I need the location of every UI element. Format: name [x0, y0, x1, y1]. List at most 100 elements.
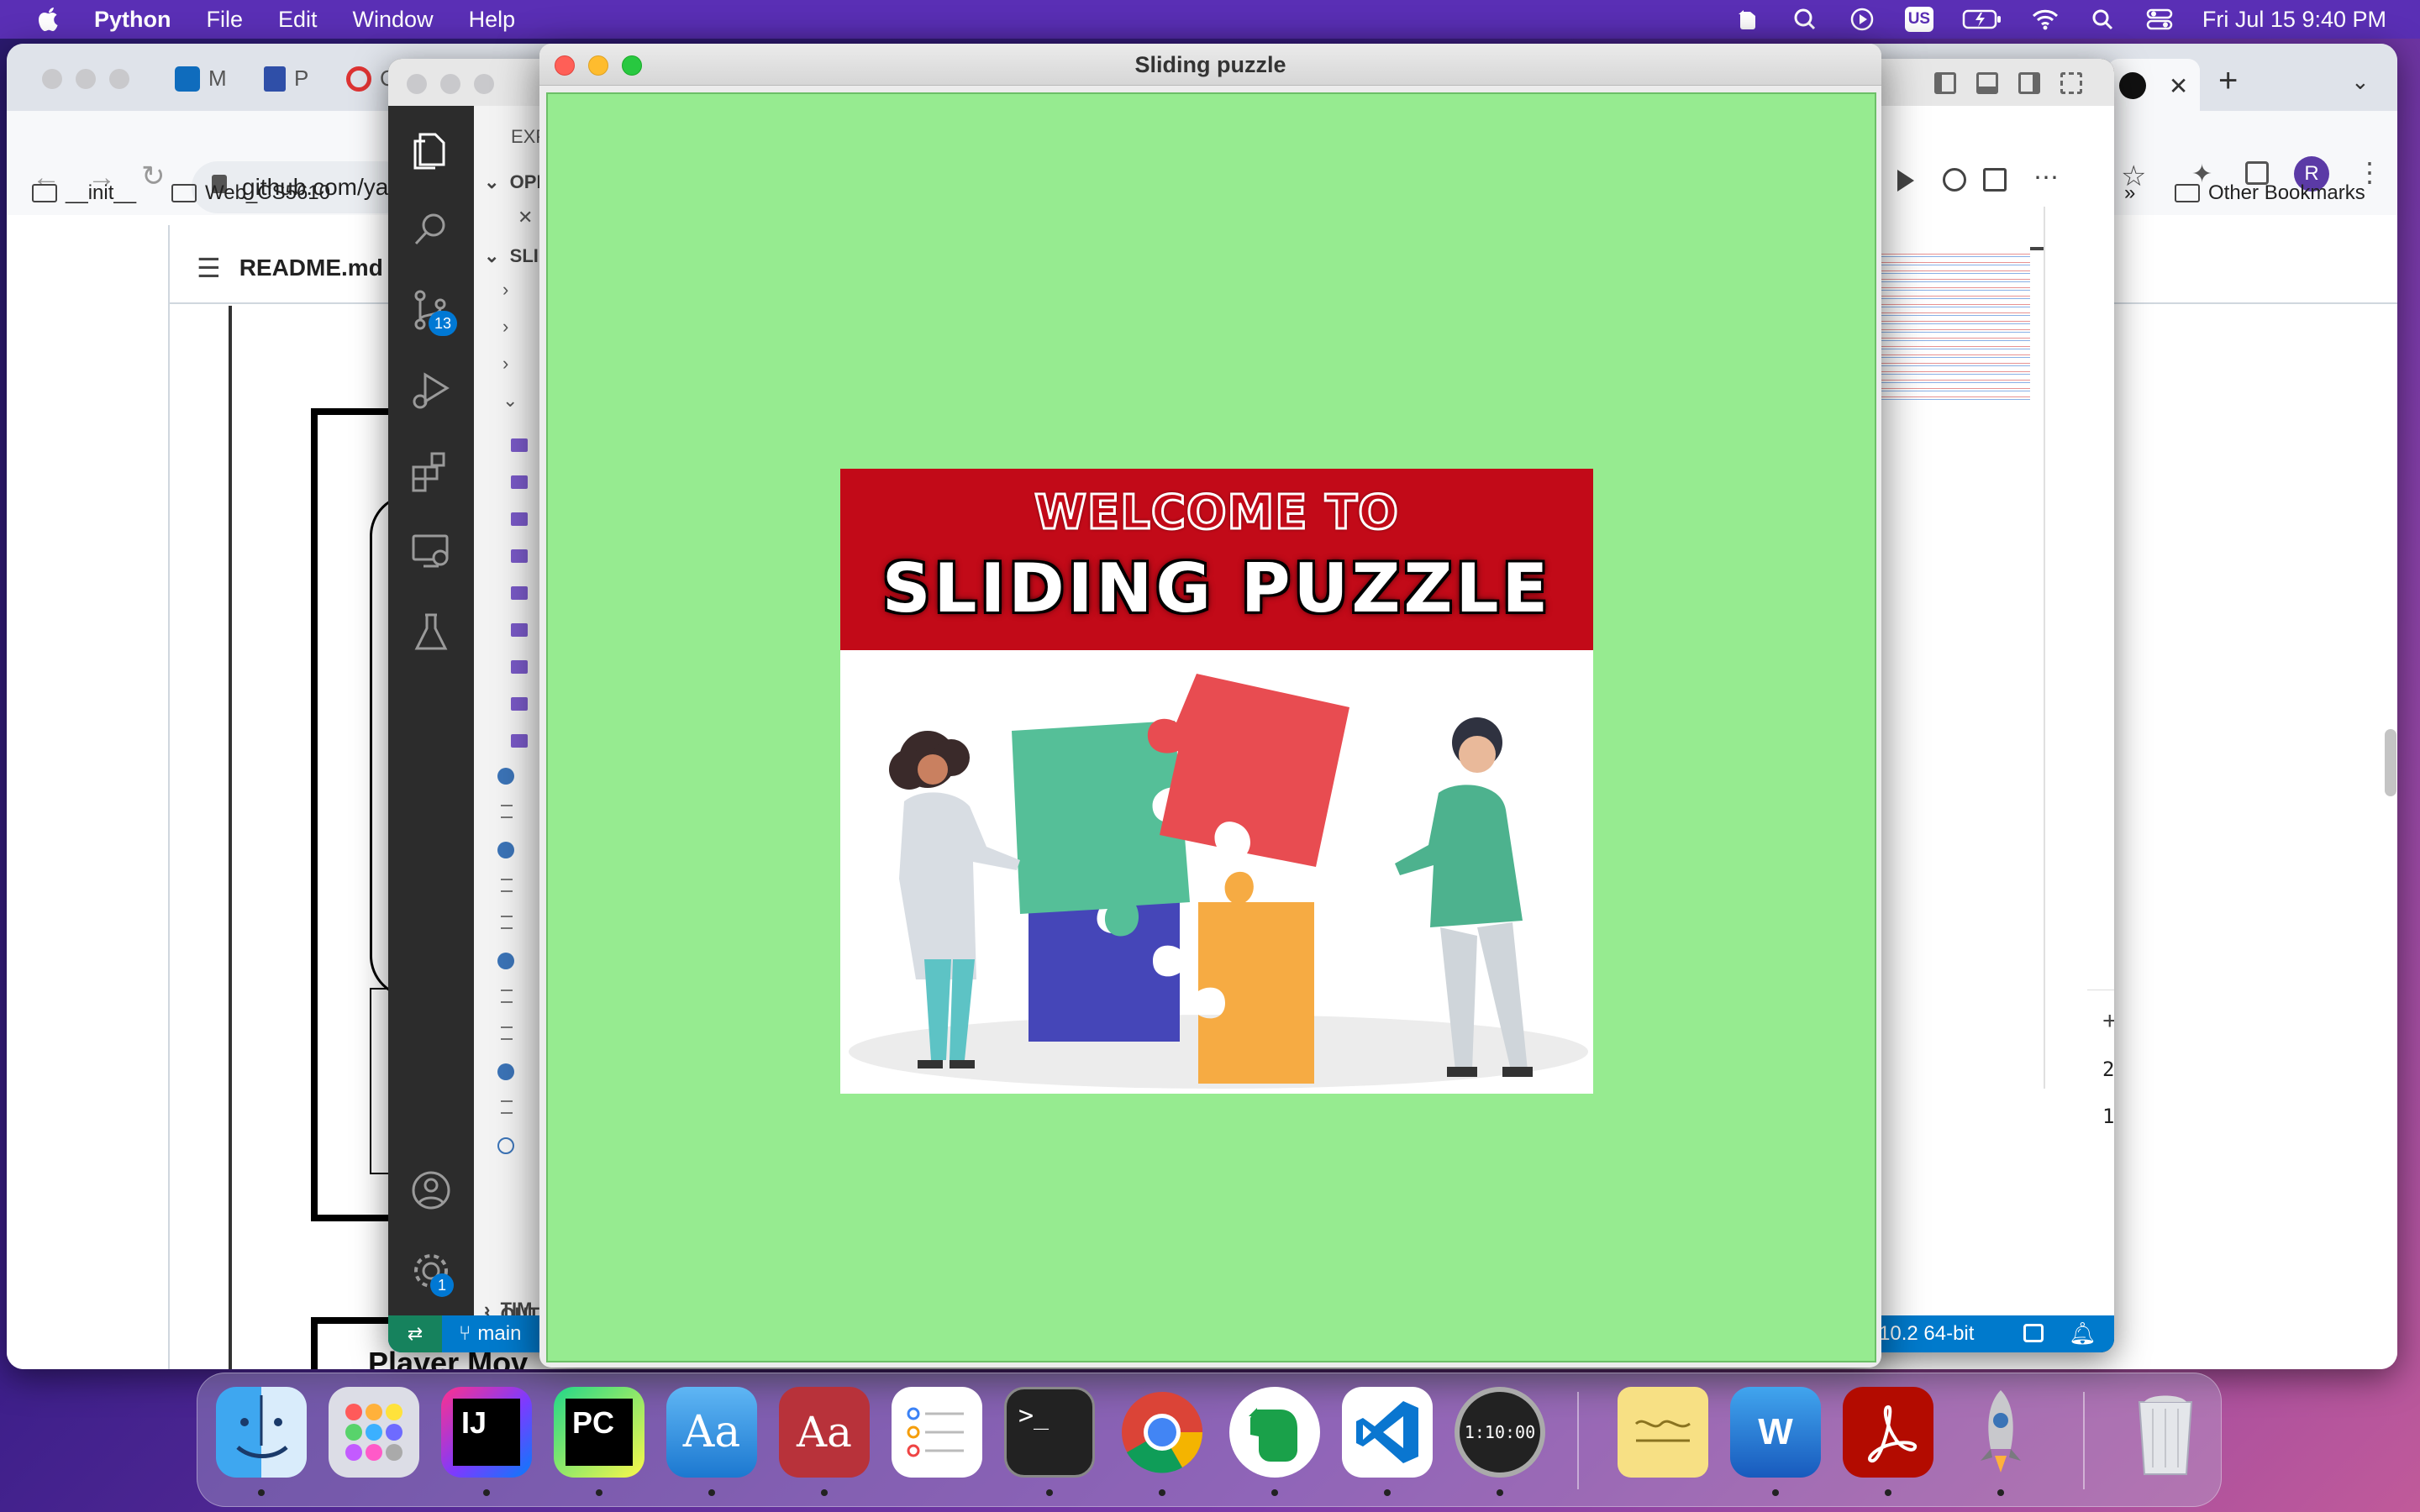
- apple-menu-icon[interactable]: [32, 3, 66, 36]
- dock-reminders[interactable]: [892, 1387, 982, 1478]
- text-file-icon[interactable]: [501, 916, 513, 929]
- dock-finder[interactable]: [216, 1387, 307, 1478]
- dock-terminal[interactable]: >_: [1004, 1387, 1095, 1478]
- text-file-icon[interactable]: [501, 1026, 513, 1040]
- image-file-icon[interactable]: [511, 438, 528, 452]
- play-icon[interactable]: [1848, 7, 1876, 32]
- menu-edit[interactable]: Edit: [278, 7, 318, 33]
- python-file-icon[interactable]: [497, 842, 514, 858]
- dock-dictionary-blue[interactable]: Aa: [666, 1387, 757, 1478]
- wifi-icon[interactable]: [2031, 7, 2060, 32]
- other-bookmarks[interactable]: Other Bookmarks: [2175, 181, 2365, 205]
- image-file-icon[interactable]: [511, 475, 528, 489]
- dock-trash[interactable]: [2120, 1387, 2211, 1478]
- image-file-icon[interactable]: [511, 512, 528, 526]
- chrome-tab-2[interactable]: P: [264, 66, 308, 92]
- more-actions-icon[interactable]: ⋯: [2033, 163, 2059, 192]
- notifications-bell-icon[interactable]: 🔔︎: [2069, 1320, 2096, 1347]
- vscode-close-button[interactable]: [407, 74, 427, 94]
- bookmarks-overflow[interactable]: »: [2124, 181, 2135, 205]
- dock-vscode[interactable]: [1342, 1387, 1433, 1478]
- dock-python[interactable]: [1955, 1387, 2046, 1478]
- text-file-icon[interactable]: [501, 879, 513, 892]
- dock-chrome[interactable]: [1117, 1387, 1207, 1478]
- project-root-section[interactable]: ⌄ SLI: [484, 245, 539, 267]
- toggle-secondary-sidebar-icon[interactable]: [2018, 72, 2040, 94]
- feedback-icon[interactable]: [2023, 1324, 2044, 1342]
- testing-icon[interactable]: [408, 610, 454, 655]
- page-scrollbar[interactable]: [2385, 729, 2396, 796]
- dock-intellij[interactable]: IJ: [441, 1387, 532, 1478]
- image-file-icon[interactable]: [511, 734, 528, 748]
- source-control-icon[interactable]: 13: [408, 287, 457, 336]
- extensions-icon[interactable]: [408, 449, 454, 494]
- explorer-icon[interactable]: [408, 128, 454, 173]
- python-file-icon[interactable]: [497, 1063, 514, 1080]
- bookmark-web-cs5610[interactable]: Web_CS5610: [171, 181, 330, 205]
- dock-evernote[interactable]: [1229, 1387, 1320, 1478]
- vscode-zoom-button[interactable]: [474, 74, 494, 94]
- python-window-titlebar[interactable]: Sliding puzzle: [539, 44, 1881, 86]
- list-icon[interactable]: ☰: [197, 252, 221, 284]
- menubar-clock[interactable]: Fri Jul 15 9:40 PM: [2202, 7, 2386, 33]
- reload-icon[interactable]: ↻: [141, 160, 166, 193]
- chrome-tab-1[interactable]: M: [175, 66, 227, 92]
- manage-gear-icon[interactable]: 1: [408, 1248, 454, 1297]
- menu-window[interactable]: Window: [353, 7, 434, 33]
- tree-chevron[interactable]: ⌄: [502, 390, 536, 427]
- chrome-close-button[interactable]: [42, 69, 62, 89]
- remote-explorer-icon[interactable]: [408, 529, 454, 575]
- battery-icon[interactable]: [1962, 7, 2002, 32]
- image-file-icon[interactable]: [511, 697, 528, 711]
- image-file-icon[interactable]: [511, 586, 528, 600]
- text-file-icon[interactable]: [501, 805, 513, 818]
- split-editor-icon[interactable]: [1983, 168, 2007, 192]
- bookmark-init[interactable]: __init__: [32, 181, 136, 205]
- run-debug-icon[interactable]: [408, 368, 454, 413]
- tab-search-icon[interactable]: ⌄: [2351, 69, 2370, 95]
- input-source-icon[interactable]: US: [1904, 7, 1933, 32]
- dock-dictionary[interactable]: Aa: [779, 1387, 870, 1478]
- dock-pycharm[interactable]: PC: [554, 1387, 644, 1478]
- text-file-icon[interactable]: [501, 1100, 513, 1114]
- menu-app-name[interactable]: Python: [94, 7, 171, 33]
- toggle-sidebar-icon[interactable]: [1934, 72, 1956, 94]
- search-icon[interactable]: [408, 207, 454, 252]
- menu-help[interactable]: Help: [469, 7, 516, 33]
- customize-layout-icon[interactable]: [2060, 72, 2082, 94]
- menu-file[interactable]: File: [207, 7, 244, 33]
- image-file-icon[interactable]: [511, 549, 528, 563]
- remote-indicator[interactable]: ⇄: [388, 1315, 442, 1352]
- run-button-icon[interactable]: [1897, 170, 1914, 192]
- compare-changes-icon[interactable]: [1943, 168, 1966, 192]
- tree-chevron[interactable]: ›: [502, 353, 536, 390]
- accounts-icon[interactable]: [408, 1168, 454, 1213]
- close-tab-icon[interactable]: ✕: [2169, 72, 2188, 100]
- control-center-icon[interactable]: [2145, 7, 2174, 32]
- vscode-minimize-button[interactable]: [440, 74, 460, 94]
- branch-indicator[interactable]: ⑂ main: [459, 1322, 521, 1346]
- interpreter-indicator[interactable]: 10.2 64-bit: [1879, 1322, 1974, 1346]
- info-file-icon[interactable]: [497, 1137, 514, 1154]
- spotlight-icon[interactable]: [2088, 7, 2117, 32]
- close-editor-icon[interactable]: ✕: [518, 207, 533, 228]
- image-file-icon[interactable]: [511, 660, 528, 674]
- tree-chevron[interactable]: ›: [502, 279, 536, 316]
- dock-clock[interactable]: 1:10:00: [1455, 1387, 1545, 1478]
- dock-launchpad[interactable]: [329, 1387, 419, 1478]
- github-tab[interactable]: ✕: [2107, 59, 2200, 113]
- zoom-icon[interactable]: [1791, 7, 1819, 32]
- chrome-zoom-button[interactable]: [109, 69, 129, 89]
- python-file-icon[interactable]: [497, 768, 514, 785]
- text-file-icon[interactable]: [501, 990, 513, 1003]
- turtle-canvas[interactable]: WELCOME TO SLIDING PUZZLE: [546, 92, 1876, 1362]
- dock-stickies[interactable]: [1618, 1387, 1708, 1478]
- tree-chevron[interactable]: ›: [502, 316, 536, 353]
- toggle-panel-icon[interactable]: [1976, 72, 1998, 94]
- new-tab-icon[interactable]: +: [2218, 62, 2238, 100]
- new-terminal-icon[interactable]: +: [2102, 1007, 2114, 1036]
- evernote-icon[interactable]: [1733, 7, 1762, 32]
- dock-word[interactable]: W: [1730, 1387, 1821, 1478]
- image-file-icon[interactable]: [511, 623, 528, 637]
- dock-acrobat[interactable]: [1843, 1387, 1933, 1478]
